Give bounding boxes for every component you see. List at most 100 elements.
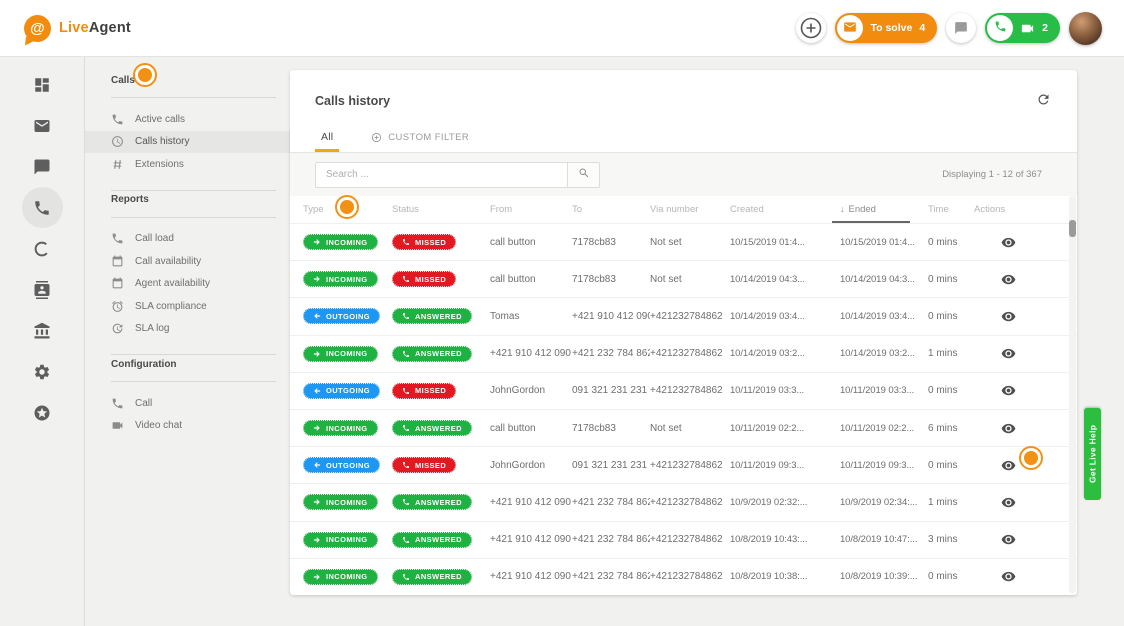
rail-item-phone[interactable] <box>22 187 63 228</box>
sidebar-item-label: SLA log <box>135 323 169 334</box>
view-call-button[interactable] <box>1001 458 1016 473</box>
view-call-button[interactable] <box>1001 235 1016 250</box>
rail-item-chat[interactable] <box>22 146 63 187</box>
view-call-button[interactable] <box>1001 272 1016 287</box>
to-solve-button[interactable]: To solve 4 <box>835 13 937 43</box>
rail-item-gear[interactable] <box>22 351 63 392</box>
to-solve-label: To solve <box>870 22 912 34</box>
sidebar-item-sla-log[interactable]: SLA log <box>85 318 290 341</box>
table-header: TypeStatusFromToVia numberCreated↓EndedT… <box>290 196 1077 223</box>
rail-item-star[interactable] <box>22 392 63 433</box>
chat-button[interactable] <box>946 13 976 43</box>
sidebar-item-label: Call availability <box>135 256 201 267</box>
topbar: @ LiveAgent To solve 4 2 <box>0 0 1124 57</box>
hash-icon <box>111 158 124 171</box>
get-live-help-tab[interactable]: Get Live Help <box>1084 408 1101 500</box>
column-header-actions[interactable]: Actions <box>974 204 1077 215</box>
star-icon <box>33 404 51 422</box>
section-items: CallVideo chat <box>85 382 290 451</box>
calendar-icon <box>111 255 124 268</box>
section-title-reports: Reports <box>85 191 290 209</box>
view-call-button[interactable] <box>1001 532 1016 547</box>
cell-created: 10/8/2019 10:38:... <box>730 571 840 582</box>
app: @ LiveAgent To solve 4 2 CallsActive cal… <box>0 0 1124 626</box>
column-header-status[interactable]: Status <box>392 204 490 215</box>
cell-actions <box>974 272 1077 287</box>
tab-custom-filter[interactable]: CUSTOM FILTER <box>365 132 475 152</box>
rail-item-ring[interactable] <box>22 228 63 269</box>
cell-created: 10/8/2019 10:43:... <box>730 534 840 545</box>
plus-circle-icon <box>371 132 382 143</box>
view-call-button[interactable] <box>1001 383 1016 398</box>
table-scrollbar[interactable] <box>1069 196 1076 593</box>
search-button[interactable] <box>567 162 600 188</box>
cell-ended: 10/11/2019 03:3... <box>840 385 928 396</box>
cell-to: 7178cb83 <box>572 423 650 434</box>
logo-text: LiveAgent <box>59 20 131 36</box>
annotation-circle-row-actions <box>1021 448 1041 468</box>
refresh-button[interactable] <box>1036 92 1051 110</box>
cell-type: OUTGOING <box>303 308 392 324</box>
sidebar-item-active-calls[interactable]: Active calls <box>85 108 290 131</box>
scrollbar-thumb[interactable] <box>1069 220 1076 237</box>
user-avatar[interactable] <box>1069 12 1102 45</box>
rail-item-mail[interactable] <box>22 105 63 146</box>
new-item-button[interactable] <box>796 13 826 43</box>
cell-to: +421 232 784 862 <box>572 534 650 545</box>
cell-ended: 10/11/2019 09:3... <box>840 460 928 471</box>
to-solve-count: 4 <box>919 22 925 34</box>
search-input[interactable] <box>315 162 567 188</box>
annotation-circle-sidebar-calls <box>135 65 155 85</box>
column-label: Created <box>730 204 764 215</box>
column-header-created[interactable]: Created <box>730 204 840 215</box>
table-row: INCOMINGANSWERED+421 910 412 090+421 232… <box>290 483 1077 520</box>
rail-item-contacts[interactable] <box>22 269 63 310</box>
view-call-button[interactable] <box>1001 421 1016 436</box>
arrow-right-icon <box>313 238 321 246</box>
rail-item-bank[interactable] <box>22 310 63 351</box>
view-call-button[interactable] <box>1001 569 1016 584</box>
cell-status: ANSWERED <box>392 494 490 510</box>
table-row: INCOMINGMISSEDcall button7178cb83Not set… <box>290 260 1077 297</box>
column-header-via-number[interactable]: Via number <box>650 204 730 215</box>
sidebar-item-calls-history[interactable]: Calls history <box>85 131 290 154</box>
cell-actions <box>974 569 1077 584</box>
rail-item-dashboard[interactable] <box>22 64 63 105</box>
view-call-button[interactable] <box>1001 346 1016 361</box>
status-badge-label: ANSWERED <box>415 498 462 507</box>
cell-status: MISSED <box>392 271 490 287</box>
refresh-icon <box>1036 92 1051 110</box>
cell-actions <box>974 532 1077 547</box>
phone-icon <box>402 387 410 395</box>
cell-to: +421 232 784 862 <box>572 497 650 508</box>
tab-all[interactable]: All <box>315 131 339 152</box>
envelope-icon <box>843 20 857 37</box>
sidebar-item-extensions[interactable]: Extensions <box>85 153 290 176</box>
calls-count: 2 <box>1042 22 1048 34</box>
view-call-button[interactable] <box>1001 495 1016 510</box>
cell-via: +421232784862 <box>650 497 730 508</box>
table-row: INCOMINGANSWERED+421 910 412 090+421 232… <box>290 521 1077 558</box>
sidebar-item-sla-compliance[interactable]: SLA compliance <box>85 295 290 318</box>
column-header-from[interactable]: From <box>490 204 572 215</box>
answered-badge: ANSWERED <box>392 569 472 585</box>
cell-to: +421 232 784 862 <box>572 348 650 359</box>
column-header-ended[interactable]: ↓Ended <box>840 204 928 215</box>
sidebar-item-label: Agent availability <box>135 278 210 289</box>
sidebar-item-call-availability[interactable]: Call availability <box>85 250 290 273</box>
sidebar-item-call-load[interactable]: Call load <box>85 228 290 251</box>
cell-to: 091 321 231 231 <box>572 460 650 471</box>
table-row: INCOMINGMISSEDcall button7178cb83Not set… <box>290 223 1077 260</box>
sidebar-item-agent-availability[interactable]: Agent availability <box>85 273 290 296</box>
column-header-time[interactable]: Time <box>928 204 974 215</box>
calls-button[interactable]: 2 <box>985 13 1060 43</box>
sidebar-item-video-chat[interactable]: Video chat <box>85 415 290 438</box>
nav-rail <box>0 57 84 626</box>
sidebar-item-call[interactable]: Call <box>85 392 290 415</box>
annotation-circle-type-column <box>337 197 357 217</box>
view-call-button[interactable] <box>1001 309 1016 324</box>
phone-icon <box>402 461 410 469</box>
answered-badge: ANSWERED <box>392 346 472 362</box>
cell-actions <box>974 235 1077 250</box>
column-header-to[interactable]: To <box>572 204 650 215</box>
